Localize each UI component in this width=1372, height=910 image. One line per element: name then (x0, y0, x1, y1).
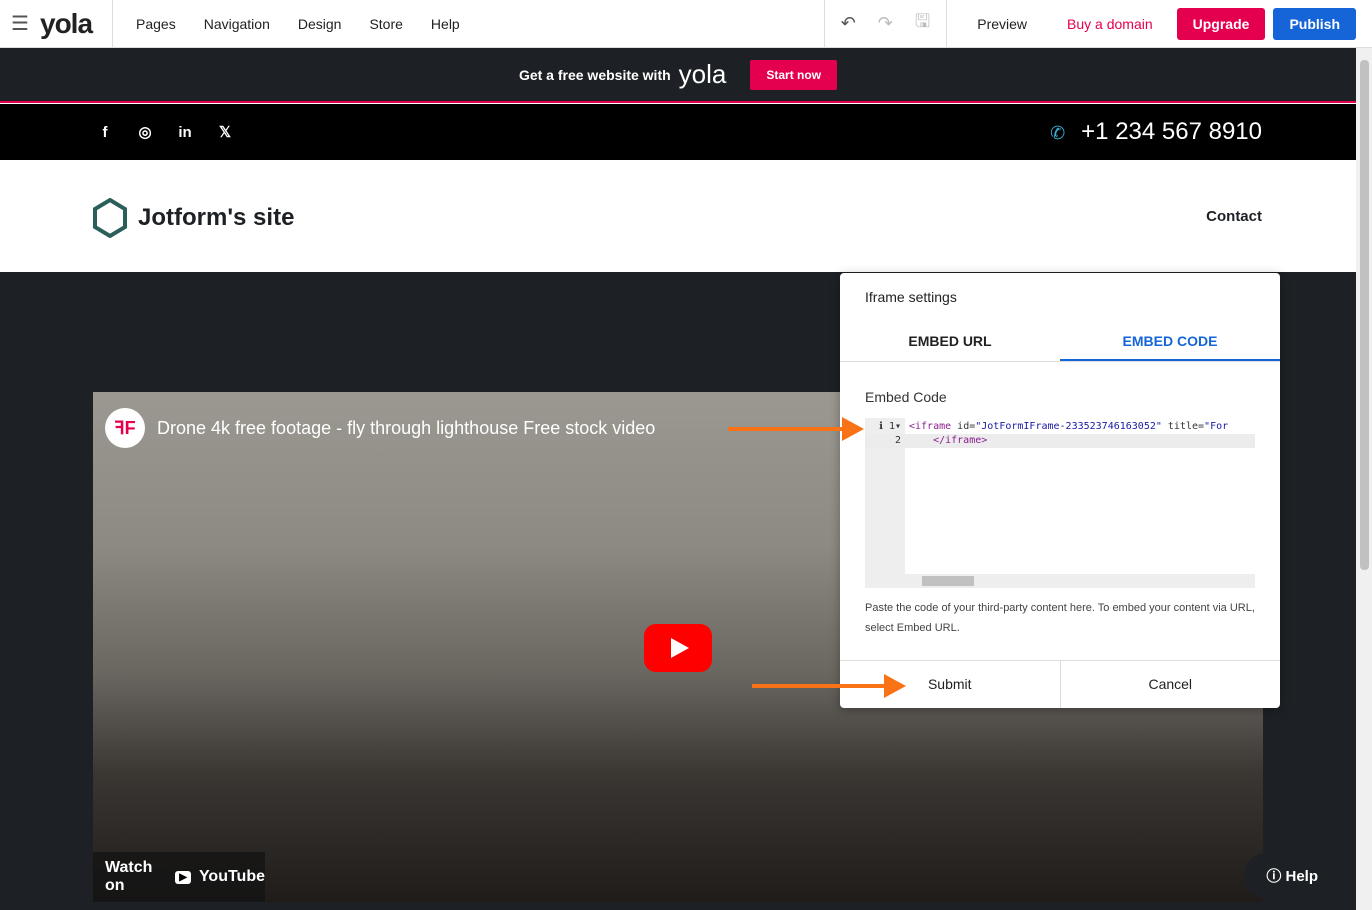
menu-store[interactable]: Store (369, 16, 402, 32)
embed-code-editor[interactable]: ℹ 1▾ <iframe id="JotFormIFrame-233523746… (865, 418, 1255, 588)
code-tag: <iframe (909, 421, 952, 432)
play-button[interactable] (644, 624, 712, 672)
channel-avatar[interactable]: ꟻF (105, 408, 145, 448)
site-header: Jotform's site Contact (0, 160, 1356, 272)
line-number: ℹ 1▾ (879, 421, 901, 432)
video-title-bar: ꟻF Drone 4k free footage - fly through l… (105, 408, 655, 448)
code-tag: </iframe> (909, 435, 988, 446)
youtube-play-icon: ▶ (175, 870, 191, 884)
editor-toolbar: ☰ yola Pages Navigation Design Store Hel… (0, 0, 1372, 48)
linkedin-icon[interactable]: in (165, 124, 205, 141)
embed-code-label: Embed Code (865, 389, 947, 405)
x-icon[interactable]: 𝕏 (205, 123, 245, 141)
watch-on-youtube[interactable]: Watch on ▶ YouTube (93, 852, 265, 902)
buy-domain-button[interactable]: Buy a domain (1051, 8, 1169, 40)
tab-embed-url[interactable]: EMBED URL (840, 323, 1060, 361)
code-attr: title= (1161, 421, 1205, 432)
dialog-body: Embed Code ℹ 1▾ <iframe id="JotFormIFram… (840, 362, 1280, 660)
code-value: "For (1204, 421, 1229, 432)
promo-logo: yola (678, 59, 727, 89)
undo-icon[interactable]: ↶ (841, 13, 856, 34)
scrollbar-thumb[interactable] (922, 576, 974, 586)
yola-logo[interactable]: yola (40, 8, 112, 40)
iframe-settings-dialog: Iframe settings EMBED URL EMBED CODE Emb… (840, 273, 1280, 708)
code-line-2: 2 </iframe> (865, 434, 1255, 448)
promo-banner: Get a free website with yola Start now (0, 48, 1356, 103)
phone-text: +1 234 567 8910 (1081, 118, 1262, 145)
annotation-arrow (728, 417, 864, 441)
menu-help[interactable]: Help (431, 16, 460, 32)
annotation-arrow (752, 674, 906, 698)
start-now-button[interactable]: Start now (750, 59, 838, 90)
site-brand[interactable]: Jotform's site (92, 198, 294, 238)
help-button[interactable]: ⓘ Help (1244, 853, 1340, 898)
facebook-icon[interactable]: f (85, 124, 125, 141)
dialog-tabs: EMBED URL EMBED CODE (840, 323, 1280, 362)
cancel-button[interactable]: Cancel (1061, 661, 1281, 708)
editor-horizontal-scrollbar[interactable] (905, 574, 1255, 588)
code-value: "JotFormIFrame-233523746163052" (975, 421, 1162, 432)
menu-navigation[interactable]: Navigation (204, 16, 270, 32)
redo-icon[interactable]: ↷ (878, 13, 893, 34)
menu-design[interactable]: Design (298, 16, 342, 32)
promo-text: Get a free website with (518, 66, 671, 83)
upgrade-button[interactable]: Upgrade (1176, 7, 1266, 40)
tab-embed-code[interactable]: EMBED CODE (1060, 323, 1280, 361)
preview-button[interactable]: Preview (961, 8, 1043, 40)
nav-contact[interactable]: Contact (1206, 208, 1262, 225)
menu-pages[interactable]: Pages (136, 16, 176, 32)
hamburger-menu-icon[interactable]: ☰ (0, 11, 40, 36)
social-bar: f ◎ in 𝕏 ✆ +1 234 567 8910 (0, 104, 1356, 160)
youtube-logo-text: YouTube (198, 868, 265, 885)
publish-button[interactable]: Publish (1273, 7, 1356, 40)
site-name: Jotform's site (138, 204, 295, 231)
embed-hint: Paste the code of your third-party conte… (865, 602, 1255, 634)
save-icon[interactable]: 🖫 (915, 9, 930, 39)
phone-icon: ✆ (1050, 123, 1066, 143)
site-logo-icon (93, 198, 127, 238)
history-tools: ↶ ↷ 🖫 (823, 0, 948, 48)
scrollbar-thumb[interactable] (1360, 60, 1369, 570)
main-menu: Pages Navigation Design Store Help (113, 16, 824, 32)
instagram-icon[interactable]: ◎ (125, 123, 165, 141)
dialog-title: Iframe settings (865, 289, 957, 305)
watch-on-label: Watch on (105, 859, 153, 894)
help-label: Help (1285, 868, 1318, 885)
video-title[interactable]: Drone 4k free footage - fly through ligh… (157, 418, 655, 439)
page-scrollbar[interactable] (1356, 48, 1372, 910)
line-number: 2 (894, 435, 901, 446)
code-attr: id= (951, 421, 976, 432)
dialog-footer: Submit Cancel (840, 660, 1280, 708)
phone-number: ✆ +1 234 567 8910 (1050, 118, 1262, 146)
code-line-1: ℹ 1▾ <iframe id="JotFormIFrame-233523746… (865, 420, 1255, 434)
